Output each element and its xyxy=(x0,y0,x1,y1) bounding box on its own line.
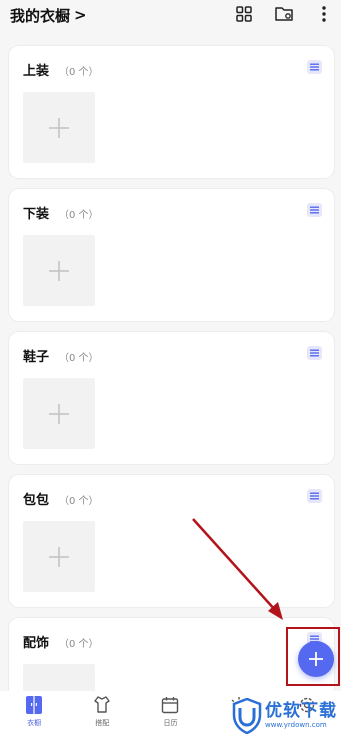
add-item-tile[interactable] xyxy=(23,664,95,694)
add-item-tile[interactable] xyxy=(23,521,95,592)
plus-icon xyxy=(309,652,323,666)
wardrobe-icon xyxy=(26,696,43,714)
chevron-right-icon: > xyxy=(74,5,87,24)
category-card-bottoms: 下装 （0 个） xyxy=(9,189,334,321)
category-count: （0 个） xyxy=(59,67,99,78)
nav-label: 日历 xyxy=(163,719,178,727)
category-count: （0 个） xyxy=(59,496,99,507)
watermark-url: www.yrdown.com xyxy=(265,721,327,729)
shield-logo-icon xyxy=(232,698,262,734)
toolbar-icons xyxy=(233,3,335,25)
list-menu-icon[interactable] xyxy=(307,346,322,360)
category-title: 下装 xyxy=(23,207,50,222)
plus-icon xyxy=(49,403,69,424)
nav-item-wardrobe[interactable]: 衣橱 xyxy=(4,695,64,728)
nav-label: 搭配 xyxy=(95,719,110,727)
category-card-bags: 包包 （0 个） xyxy=(9,475,334,607)
wardrobe-title-button[interactable]: 我的衣橱 > xyxy=(10,5,87,26)
plus-icon xyxy=(49,260,69,281)
category-title: 配饰 xyxy=(23,636,50,651)
plus-icon xyxy=(49,117,69,138)
category-title: 鞋子 xyxy=(23,350,50,365)
add-item-tile[interactable] xyxy=(23,235,95,306)
nav-item-outfit[interactable]: 搭配 xyxy=(72,695,132,728)
top-bar: 我的衣橱 > xyxy=(0,0,341,30)
list-menu-icon[interactable] xyxy=(307,60,322,74)
watermark: 优软下载 www.yrdown.com xyxy=(232,693,338,739)
add-item-tile[interactable] xyxy=(23,92,95,163)
more-vert-icon[interactable] xyxy=(313,3,335,25)
nav-label: 衣橱 xyxy=(27,719,42,727)
category-card-shoes: 鞋子 （0 个） xyxy=(9,332,334,464)
category-header: 包包 （0 个） xyxy=(23,489,99,508)
category-header: 配饰 （0 个） xyxy=(23,632,99,651)
grid-icon[interactable] xyxy=(233,3,255,25)
list-menu-icon[interactable] xyxy=(307,203,322,217)
category-header: 上装 （0 个） xyxy=(23,60,99,79)
calendar-icon xyxy=(162,697,179,714)
watermark-title: 优软下载 xyxy=(265,701,337,721)
category-title: 上装 xyxy=(23,64,50,79)
add-item-fab[interactable] xyxy=(298,641,334,677)
nav-item-calendar[interactable]: 日历 xyxy=(140,695,200,728)
page-title: 我的衣橱 xyxy=(10,6,71,25)
add-item-tile[interactable] xyxy=(23,378,95,449)
category-header: 鞋子 （0 个） xyxy=(23,346,99,365)
plus-icon xyxy=(49,546,69,567)
category-count: （0 个） xyxy=(59,353,99,364)
category-count: （0 个） xyxy=(59,639,99,650)
category-title: 包包 xyxy=(23,493,50,508)
list-menu-icon[interactable] xyxy=(307,489,322,503)
category-count: （0 个） xyxy=(59,210,99,221)
outfit-icon xyxy=(94,696,110,713)
category-card-tops: 上装 （0 个） xyxy=(9,46,334,178)
category-header: 下装 （0 个） xyxy=(23,203,99,222)
folder-settings-icon[interactable] xyxy=(273,3,295,25)
